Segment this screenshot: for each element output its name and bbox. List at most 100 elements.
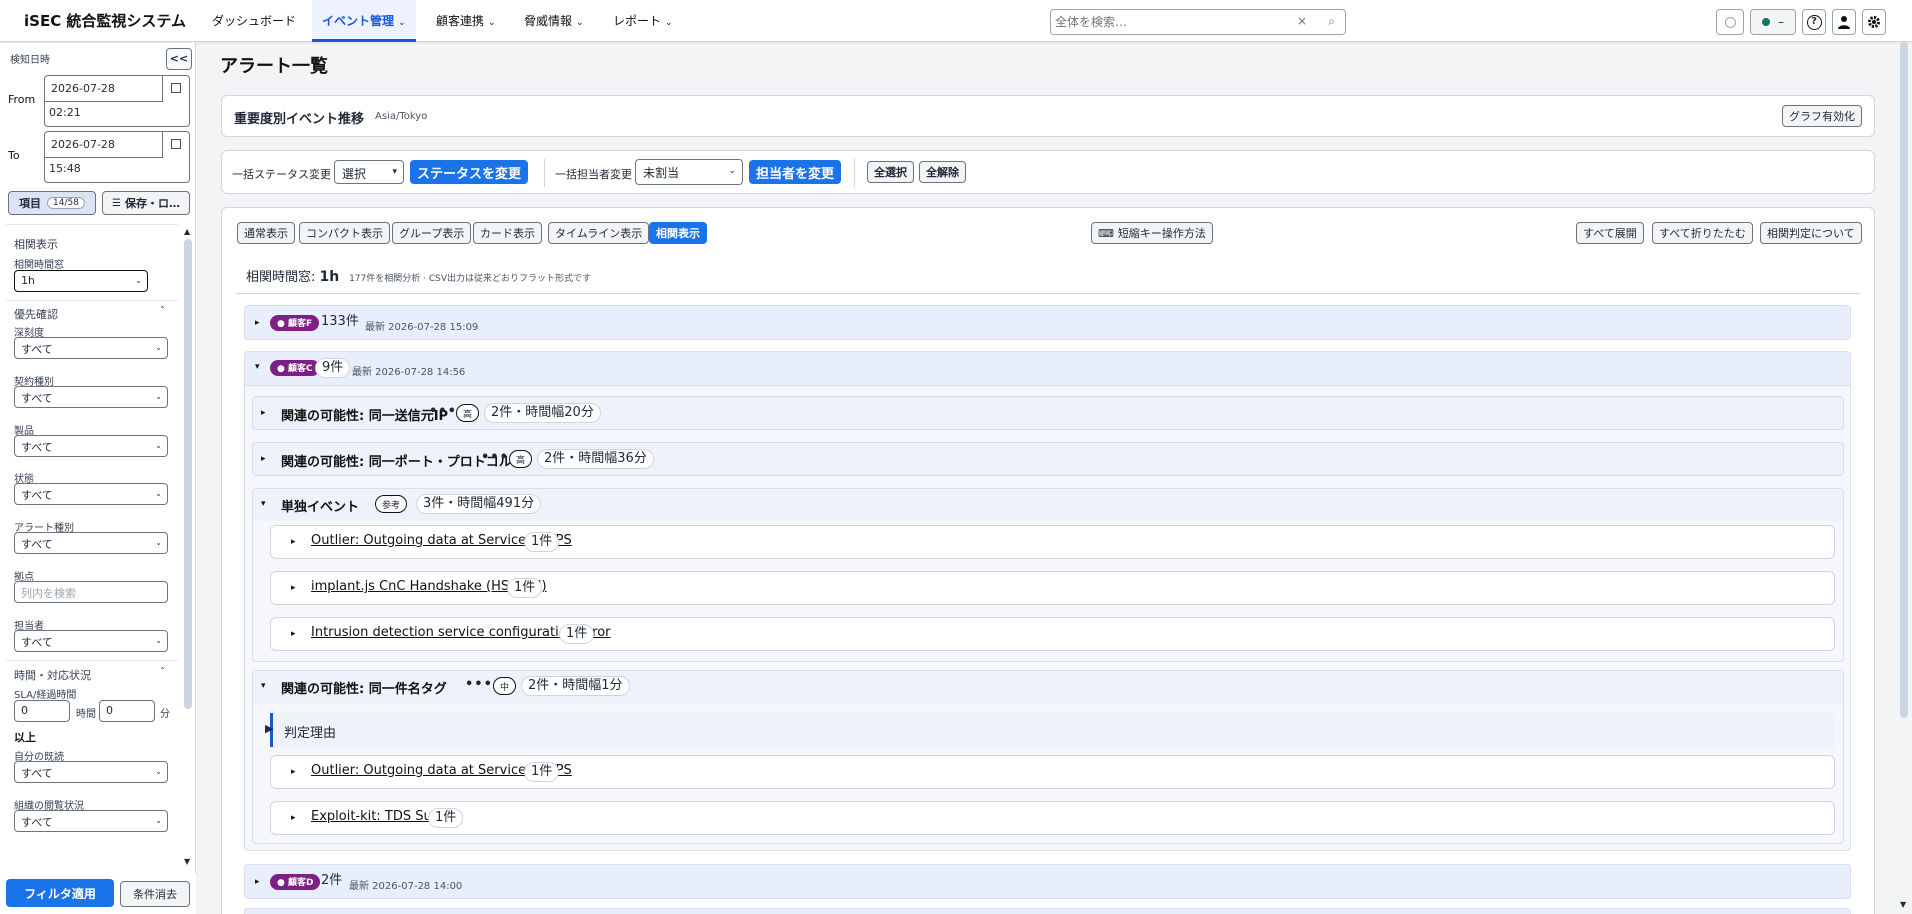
change-status-button[interactable]: ステータスを変更 — [410, 160, 529, 184]
expand-caret-icon[interactable]: ▸ — [261, 408, 266, 418]
expand-caret-icon[interactable]: ▶ — [265, 722, 273, 735]
save-load-button[interactable]: ☰ 保存・ロ… — [102, 191, 190, 215]
collapse-caret-icon[interactable]: ▾ — [261, 681, 266, 691]
correlation-subgroup-expanded: ▾ 関連の可能性: 同一件名タグ •••• 中 2件・時間幅1分 ▶ 判定理由 … — [252, 670, 1844, 844]
expand-caret-icon[interactable]: ▸ — [261, 454, 266, 464]
expand-caret-icon[interactable]: ▸ — [291, 813, 296, 823]
event-row[interactable]: ▸ Exploit-kit: TDS Sutra 1件 — [270, 801, 1835, 835]
from-time-input[interactable]: 02:21 — [49, 106, 81, 119]
window-select[interactable]: 1h ⌄ — [14, 270, 148, 292]
reference-tag: 参考 — [375, 495, 408, 513]
nav-reports[interactable]: レポート ⌄ — [613, 0, 673, 42]
global-search-input[interactable] — [1051, 10, 1291, 34]
deselect-all-button[interactable]: 全解除 — [919, 161, 966, 183]
sla-minutes-input[interactable]: 0 — [99, 700, 155, 722]
bulk-action-bar: 一括ステータス変更 選択 ▾ ステータスを変更 一括担当者変更 未割当 ⌄ 担当者を… — [221, 150, 1875, 194]
event-row[interactable]: ▸ Outlier: Outgoing data at Service HTTP… — [270, 755, 1835, 789]
from-date-input[interactable]: 2026-07-28 — [45, 76, 163, 102]
expand-all-button[interactable]: すべて展開 — [1576, 222, 1644, 244]
connection-status-button[interactable]: – — [1750, 9, 1796, 35]
priority-section-header[interactable]: 優先確認 — [14, 306, 58, 322]
expand-caret-icon[interactable]: ▸ — [291, 767, 296, 777]
tab-group-view[interactable]: グループ表示 — [392, 222, 472, 244]
tab-timeline-view[interactable]: タイムライン表示 — [548, 222, 650, 244]
expand-caret-icon[interactable]: ▸ — [255, 877, 260, 887]
collapse-caret-icon[interactable]: ˆ — [160, 667, 165, 678]
event-row[interactable]: ▸ Intrusion detection service configurat… — [270, 617, 1835, 651]
sla-minutes-unit: 分 — [160, 709, 170, 720]
expand-caret-icon[interactable]: ▸ — [255, 318, 260, 328]
customer-group-row[interactable]: ▸ ● 顧客F 133件 最新 2026-07-28 15:09 — [244, 305, 1851, 340]
owner-select[interactable]: すべて ⌄ — [14, 630, 168, 652]
brand-title[interactable]: iSEC 統合監視システム — [24, 10, 186, 31]
bulk-owner-select[interactable]: 未割当 ⌄ — [635, 159, 743, 185]
settings-button[interactable] — [1862, 9, 1886, 35]
search-icon[interactable]: ⌕ — [1328, 14, 1335, 29]
about-correlation-button[interactable]: 相関判定について — [1760, 222, 1862, 244]
contract-type-select[interactable]: すべて ⌄ — [14, 386, 168, 408]
correlation-subgroup-row[interactable]: ▾ 関連の可能性: 同一件名タグ •••• 中 2件・時間幅1分 — [253, 671, 1843, 703]
collapse-sidebar-button[interactable]: << — [166, 48, 192, 70]
apply-filter-button[interactable]: フィルタ適用 — [6, 879, 114, 907]
scroll-up-arrow-icon[interactable]: ▲ — [184, 227, 190, 236]
event-row[interactable]: ▸ Outlier: Outgoing data at Service HTTP… — [270, 525, 1835, 559]
clear-icon[interactable]: × — [1297, 14, 1307, 28]
clear-filter-button[interactable]: 条件消去 — [120, 881, 190, 907]
columns-button[interactable]: 項目 14/58 — [8, 191, 96, 215]
tab-correlation-view[interactable]: 相関表示 — [649, 222, 707, 244]
my-read-select[interactable]: すべて ⌄ — [14, 761, 168, 783]
collapse-caret-icon[interactable]: ▾ — [255, 362, 260, 372]
change-owner-button[interactable]: 担当者を変更 — [749, 160, 842, 184]
subgroup-title: 関連の可能性: 同一ポート・プロトコル — [281, 455, 512, 470]
bulk-status-select[interactable]: 選択 ▾ — [334, 160, 404, 184]
customer-badge: ● 顧客F — [270, 315, 320, 331]
scroll-down-arrow-icon[interactable]: ▼ — [184, 857, 190, 866]
collapse-all-button[interactable]: すべて折りたたむ — [1652, 222, 1753, 244]
sla-hours-input[interactable]: 0 — [14, 700, 70, 722]
customer-group-row[interactable] — [244, 908, 1851, 914]
nav-customer-integration[interactable]: 顧客連携 ⌄ — [436, 0, 496, 42]
filter-sidebar: 検知日時 << From 2026-07-28 02:21 To 2026-07… — [0, 43, 196, 914]
org-read-select[interactable]: すべて ⌄ — [14, 810, 168, 832]
shortcut-keys-button[interactable]: ⌨ 短縮キー操作方法 — [1091, 222, 1213, 244]
correlation-subgroup-row[interactable]: ▾ 単独イベント 参考 3件・時間幅491分 — [253, 489, 1843, 521]
expand-caret-icon[interactable]: ▸ — [291, 537, 296, 547]
calendar-icon[interactable] — [171, 139, 181, 149]
help-button[interactable]: ? — [1802, 9, 1826, 35]
to-time-input[interactable]: 15:48 — [49, 162, 81, 175]
monitor-toggle-button[interactable] — [1716, 9, 1744, 35]
collapse-caret-icon[interactable]: ▾ — [261, 499, 266, 509]
site-search-input[interactable]: 列内を検索 — [14, 581, 168, 603]
customer-group-row[interactable]: ▸ ● 顧客D 2件 最新 2026-07-28 14:00 — [244, 864, 1851, 899]
page-scrollbar[interactable] — [1900, 42, 1908, 718]
nav-event-management[interactable]: イベント管理 ⌄ — [312, 0, 416, 42]
sidebar-scrollbar[interactable] — [184, 239, 192, 709]
chevron-down-icon: ⌄ — [398, 18, 406, 28]
expand-caret-icon[interactable]: ▸ — [291, 583, 296, 593]
select-all-button[interactable]: 全選択 — [867, 161, 914, 183]
columns-label: 項目 — [19, 197, 42, 210]
scroll-down-arrow-icon[interactable]: ▼ — [1900, 900, 1906, 909]
subgroup-title: 単独イベント — [281, 500, 360, 515]
collapse-caret-icon[interactable]: ˆ — [160, 306, 165, 317]
tab-card-view[interactable]: カード表示 — [473, 222, 542, 244]
enable-graph-button[interactable]: グラフ有効化 — [1782, 105, 1862, 127]
product-select[interactable]: すべて ⌄ — [14, 435, 168, 457]
nav-dashboard[interactable]: ダッシュボード — [212, 0, 296, 42]
expand-caret-icon[interactable]: ▸ — [291, 629, 296, 639]
correlation-subgroup-row[interactable]: ▸ 関連の可能性: 同一ポート・プロトコル •••• 高 2件・時間幅36分 — [252, 442, 1844, 476]
time-section-header[interactable]: 時間・対応状況 — [14, 667, 91, 683]
event-row[interactable]: ▸ implant.js CnC Handshake (HS_SYN) 1件 — [270, 571, 1835, 605]
alert-type-select[interactable]: すべて ⌄ — [14, 532, 168, 554]
nav-threat-intel[interactable]: 脅威情報 ⌄ — [524, 0, 584, 42]
calendar-icon[interactable] — [171, 83, 181, 93]
customer-group-row[interactable]: ▾ ● 顧客C 9件 最新 2026-07-28 14:56 — [245, 352, 1850, 386]
tab-compact-view[interactable]: コンパクト表示 — [299, 222, 390, 244]
correlation-subgroup-row[interactable]: ▸ 関連の可能性: 同一送信元IP •••• 高 2件・時間幅20分 — [252, 396, 1844, 430]
tab-normal-view[interactable]: 通常表示 — [237, 222, 295, 244]
reason-disclosure[interactable]: ▶ 判定理由 — [265, 713, 1835, 747]
user-button[interactable] — [1832, 9, 1856, 35]
severity-select[interactable]: すべて ⌄ — [14, 337, 168, 359]
state-select[interactable]: すべて ⌄ — [14, 483, 168, 505]
to-date-input[interactable]: 2026-07-28 — [45, 132, 163, 158]
